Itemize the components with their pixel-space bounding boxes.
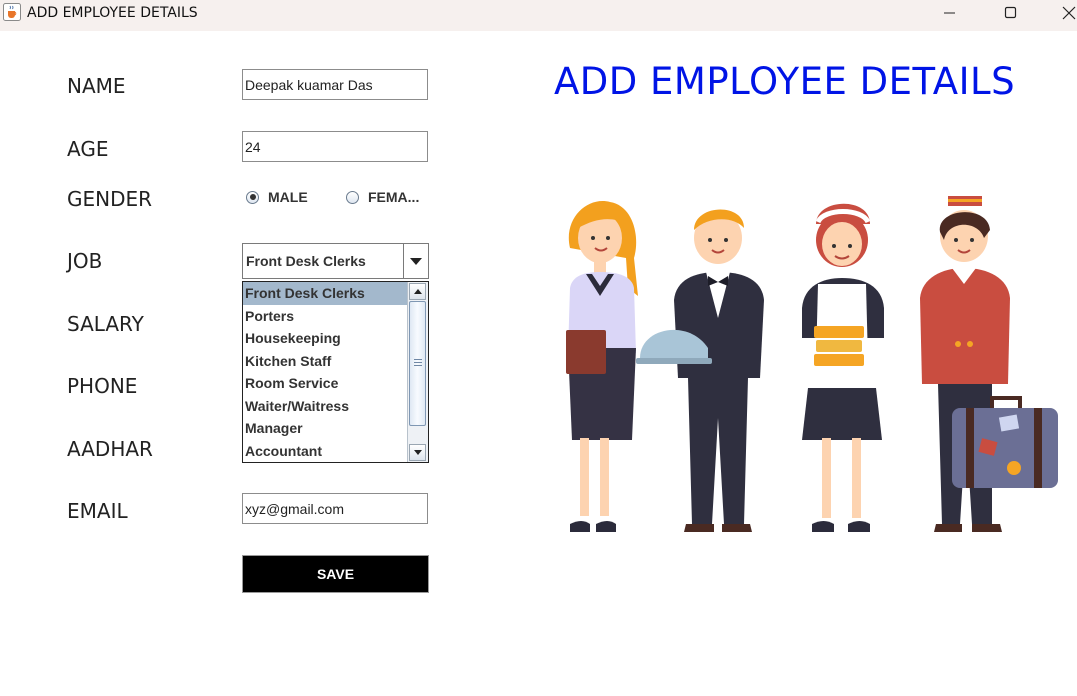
receptionist-figure <box>566 201 638 532</box>
aadhar-label: AADHAR <box>67 437 153 461</box>
chevron-down-icon <box>414 450 422 455</box>
job-options-list: Front Desk Clerks Porters Housekeeping K… <box>242 281 429 463</box>
save-button[interactable]: SAVE <box>242 555 429 593</box>
job-label: JOB <box>67 249 103 273</box>
job-option[interactable]: Housekeeping <box>243 327 407 350</box>
job-combobox[interactable]: Front Desk Clerks <box>242 243 429 279</box>
age-input[interactable] <box>242 131 428 162</box>
gender-male-radio[interactable]: MALE <box>246 187 308 207</box>
job-option[interactable]: Front Desk Clerks <box>243 282 407 305</box>
job-dropdown-button[interactable] <box>403 244 428 278</box>
chevron-up-icon <box>414 289 422 294</box>
email-label: EMAIL <box>67 499 128 523</box>
window-title: ADD EMPLOYEE DETAILS <box>27 5 198 21</box>
hotel-staff-illustration <box>566 196 1058 532</box>
page-heading: ADD EMPLOYEE DETAILS <box>554 60 1016 103</box>
job-option[interactable]: Accountant <box>243 440 407 463</box>
phone-label: PHONE <box>67 374 138 398</box>
minimize-icon <box>944 12 955 14</box>
java-cup-icon <box>3 3 21 21</box>
grip-icon <box>414 359 422 368</box>
maximize-icon <box>1004 6 1017 19</box>
radio-selected-icon <box>246 190 259 204</box>
maximize-button[interactable] <box>987 0 1033 31</box>
email-input[interactable] <box>242 493 428 524</box>
gender-male-label: MALE <box>268 189 308 205</box>
housekeeper-figure <box>802 203 884 532</box>
gender-female-label: FEMA... <box>368 189 420 205</box>
age-label: AGE <box>67 137 109 161</box>
bellboy-figure <box>920 196 1058 532</box>
job-option[interactable]: Room Service <box>243 372 407 395</box>
job-option[interactable]: Manager <box>243 417 407 440</box>
radio-unselected-icon <box>346 190 359 204</box>
gender-label: GENDER <box>67 187 153 211</box>
scroll-down-button[interactable] <box>409 444 426 461</box>
name-input[interactable] <box>242 69 428 100</box>
name-label: NAME <box>67 74 126 98</box>
close-button[interactable] <box>1045 0 1077 31</box>
waiter-figure <box>636 209 764 532</box>
job-list-scrollbar[interactable] <box>407 282 428 462</box>
close-icon <box>1062 6 1076 20</box>
job-option[interactable]: Porters <box>243 305 407 328</box>
job-option[interactable]: Waiter/Waitress <box>243 395 407 418</box>
chevron-down-icon <box>410 258 422 265</box>
job-selected-value: Front Desk Clerks <box>246 253 366 269</box>
scroll-thumb[interactable] <box>409 301 426 426</box>
job-option[interactable]: Kitchen Staff <box>243 350 407 373</box>
minimize-button[interactable] <box>927 0 973 31</box>
salary-label: SALARY <box>67 312 144 336</box>
title-bar: ADD EMPLOYEE DETAILS <box>0 0 1077 31</box>
gender-female-radio[interactable]: FEMA... <box>346 187 419 207</box>
scroll-up-button[interactable] <box>409 283 426 300</box>
